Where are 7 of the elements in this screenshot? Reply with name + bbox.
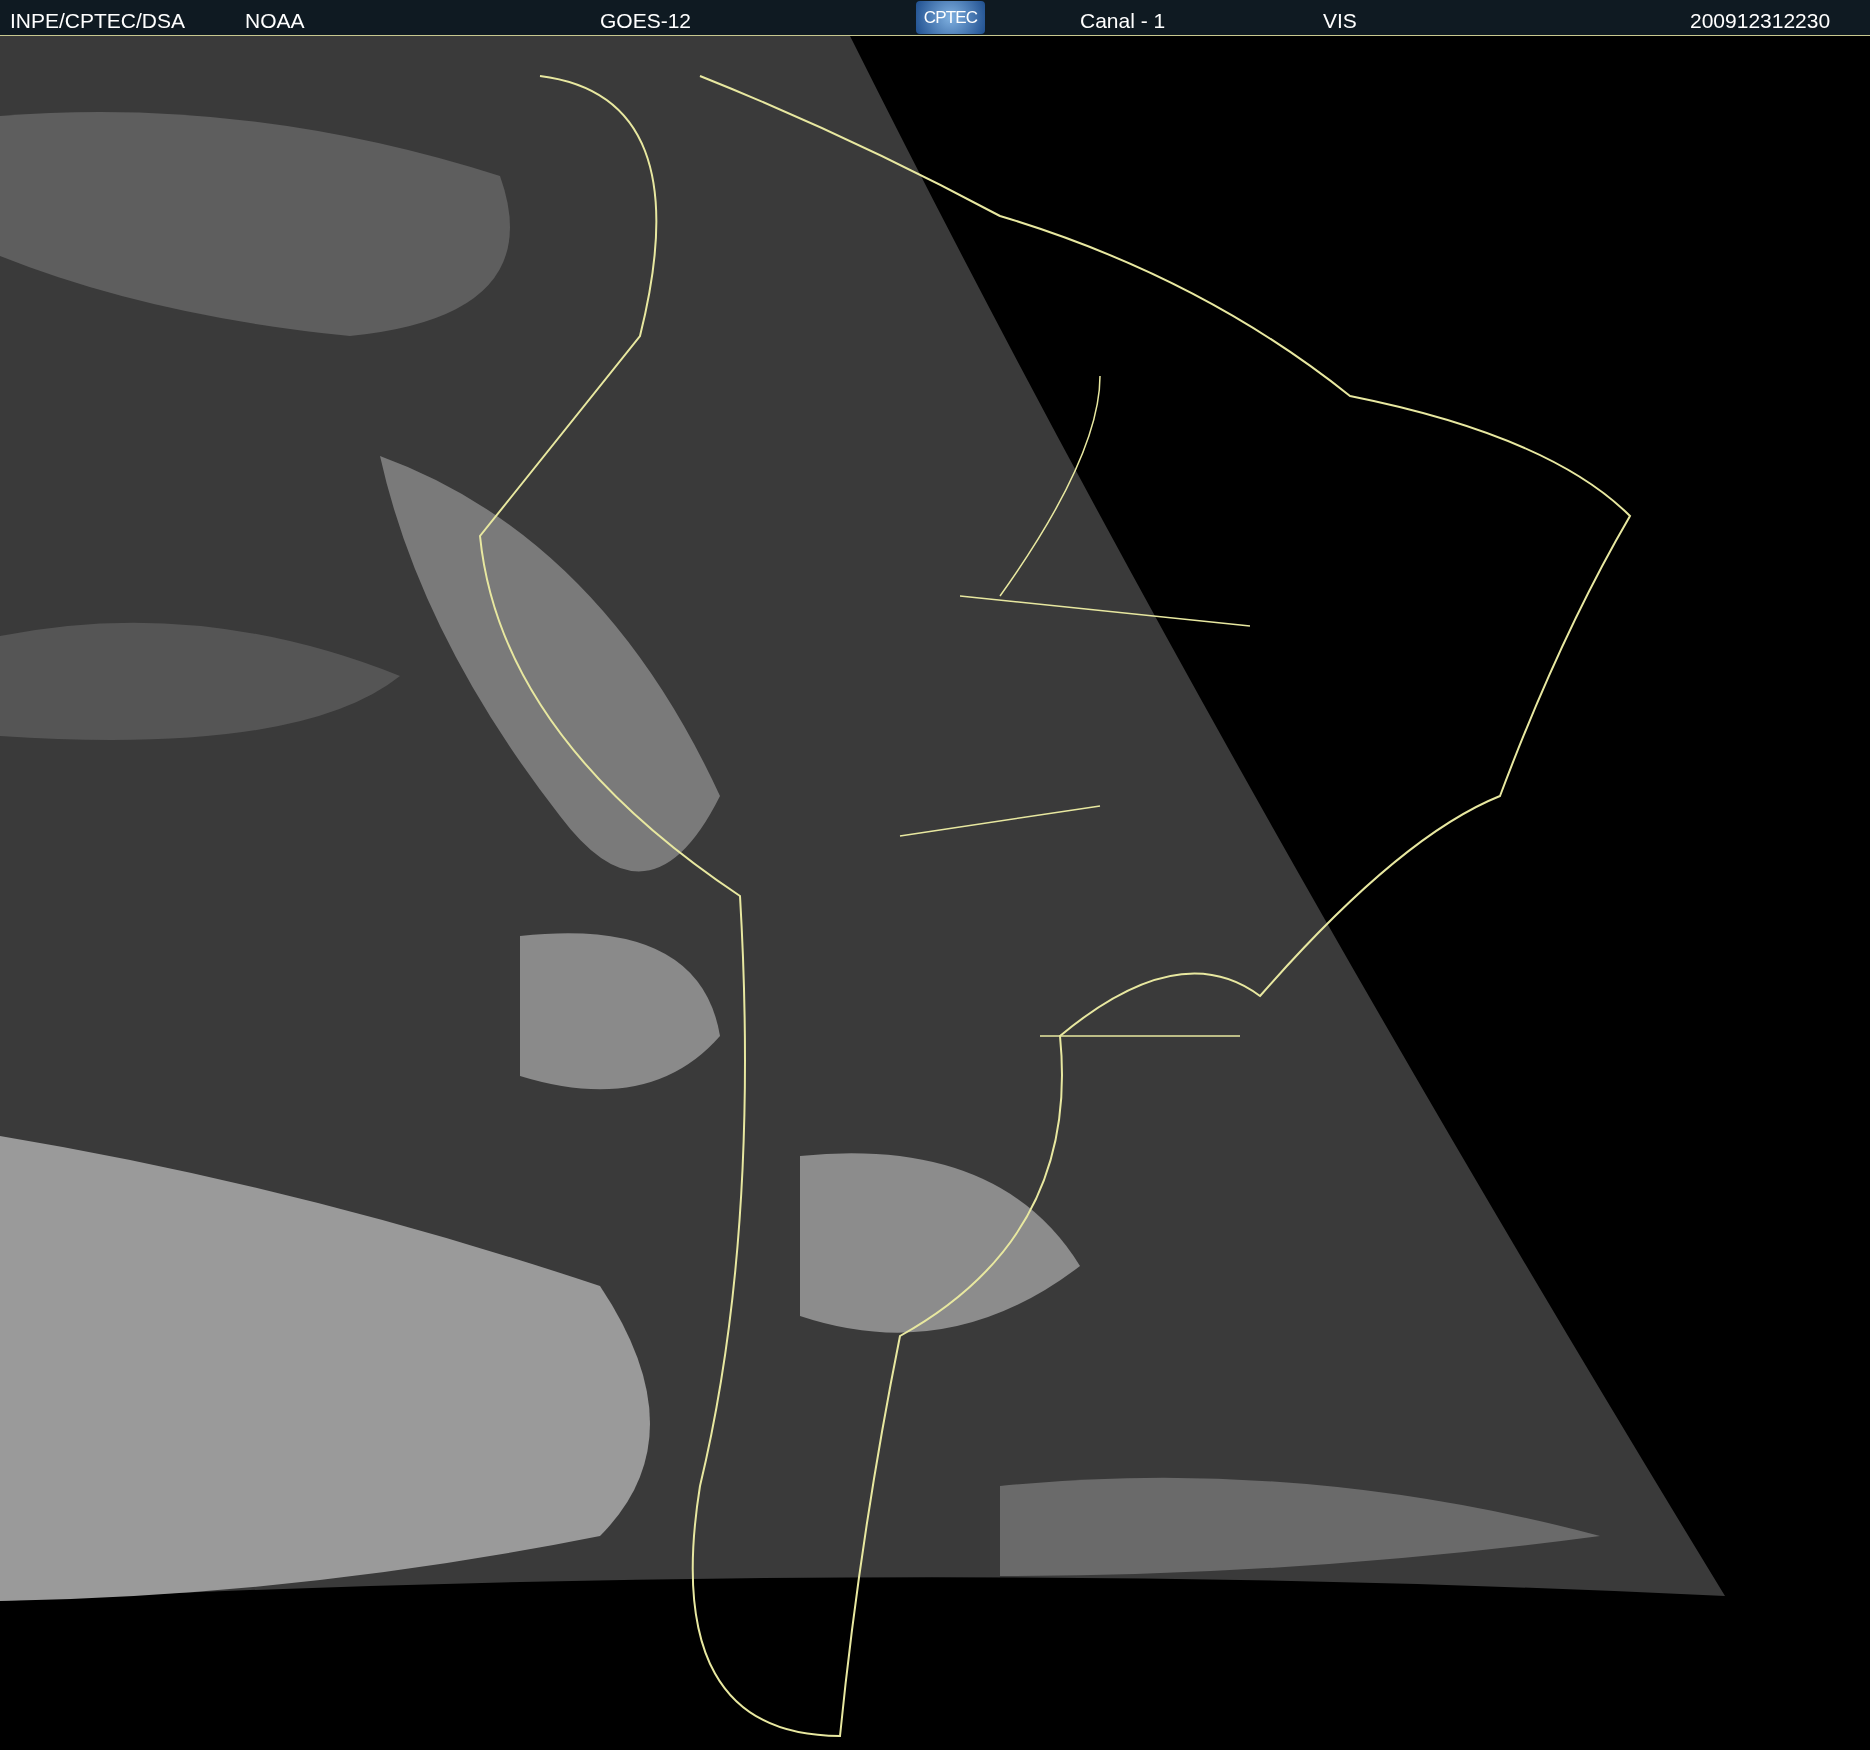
satellite-label: GOES-12 [600,8,692,34]
agency-label: INPE/CPTEC/DSA [10,8,186,34]
channel-label: Canal - 1 [1080,8,1166,34]
source-label: NOAA [245,8,305,34]
band-label: VIS [1323,8,1357,34]
logo: CPTEC [916,1,985,34]
timestamp-label: 200912312230 [1690,8,1831,34]
